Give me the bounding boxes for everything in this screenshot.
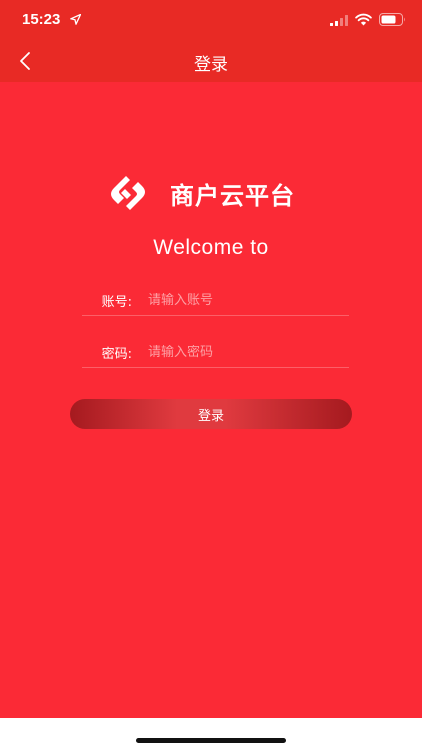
location-arrow-icon [70,14,81,25]
password-row: 密码: [82,338,349,368]
battery-icon [379,13,405,26]
password-label: 密码: [101,347,132,362]
status-bar: 15:23 [0,0,422,40]
brand-name: 商户云平台 [170,181,295,210]
status-time: 15:23 [22,11,61,28]
home-indicator[interactable] [136,738,286,743]
nav-title: 登录 [194,55,228,75]
nav-bar: 登录 [0,40,422,82]
welcome-text: Welcome to [153,236,269,259]
account-input[interactable] [148,293,349,308]
account-label: 账号: [101,295,132,310]
logo-icon [111,176,145,210]
bottom-bar [0,718,422,750]
login-button[interactable]: 登录 [70,399,352,429]
wifi-icon [355,13,372,26]
signal-icon [330,15,348,26]
account-row: 账号: [82,286,349,316]
password-input[interactable] [148,345,349,360]
brand-logo: 商户云平台 [104,170,324,216]
